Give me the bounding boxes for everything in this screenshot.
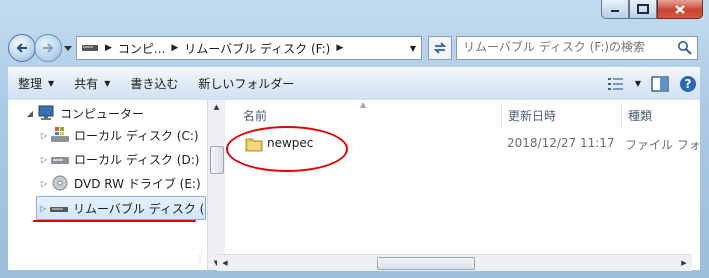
column-header-name[interactable]: 名前 bbox=[243, 102, 267, 128]
pane-splitter-grip[interactable]: ⋮ bbox=[196, 254, 204, 263]
column-type-label: 種類 bbox=[628, 108, 653, 123]
column-header-date[interactable]: 更新日時 bbox=[508, 102, 556, 128]
tree-collapsed-icon[interactable]: ▷ bbox=[37, 204, 49, 213]
chevron-down-icon: ▼ bbox=[634, 79, 642, 88]
maximize-icon bbox=[637, 4, 649, 14]
scroll-up-arrow[interactable]: ▲ bbox=[208, 100, 225, 114]
minimize-icon bbox=[611, 10, 619, 12]
forward-button[interactable] bbox=[34, 34, 62, 62]
chevron-down-icon: ▼ bbox=[104, 79, 111, 88]
close-button[interactable] bbox=[657, 0, 703, 19]
help-icon: ? bbox=[680, 75, 696, 92]
scroll-left-arrow[interactable]: ◀ bbox=[217, 255, 233, 271]
help-button[interactable]: ? bbox=[676, 72, 700, 96]
breadcrumb-separator[interactable]: ▶ bbox=[334, 43, 345, 53]
tree-item-removable-disk[interactable]: ▷ リムーバブル ディスク ( bbox=[36, 196, 206, 220]
address-history-dropdown[interactable]: ▼ bbox=[405, 44, 421, 53]
scrollbar-thumb[interactable] bbox=[377, 257, 475, 270]
column-header-type[interactable]: 種類 bbox=[628, 102, 652, 128]
tree-item-local-disk-c[interactable]: ▷ ローカル ディスク (C:) bbox=[38, 124, 199, 146]
background-window-ghost bbox=[60, 0, 460, 26]
preview-pane-icon bbox=[651, 75, 669, 92]
refresh-button[interactable] bbox=[428, 36, 452, 60]
search-input[interactable] bbox=[457, 37, 679, 57]
chevron-down-icon bbox=[64, 46, 72, 51]
file-list-horizontal-scrollbar[interactable]: ◀ ▶ bbox=[217, 254, 692, 271]
command-bar: 整理 ▼ 共有 ▼ 書き込む 新しいフォルダー ▼ ? bbox=[8, 66, 700, 101]
navigation-scrollbar[interactable]: ▲ ▼ bbox=[207, 100, 225, 270]
tree-item-label: ローカル ディスク (D:) bbox=[74, 152, 200, 167]
tree-collapsed-icon[interactable]: ▷ bbox=[38, 155, 50, 164]
search-box[interactable] bbox=[456, 36, 698, 60]
svg-text:?: ? bbox=[685, 77, 692, 91]
view-options-dropdown[interactable]: ▼ bbox=[632, 72, 644, 96]
minimize-button[interactable] bbox=[601, 0, 629, 19]
tree-expanded-icon[interactable]: ◢ bbox=[24, 109, 36, 118]
preview-pane-button[interactable] bbox=[648, 72, 672, 96]
new-folder-label: 新しいフォルダー bbox=[198, 77, 295, 91]
new-folder-button[interactable]: 新しいフォルダー bbox=[188, 72, 304, 96]
refresh-icon bbox=[433, 42, 447, 54]
chevron-down-icon: ▼ bbox=[48, 79, 55, 88]
share-button[interactable]: 共有 ▼ bbox=[64, 72, 120, 96]
details-view-icon bbox=[608, 77, 623, 90]
breadcrumb-separator[interactable]: ▶ bbox=[103, 43, 114, 53]
highlight-ellipse-annotation bbox=[226, 126, 348, 172]
explorer-window: ▶ コンピ... ▶ リムーバブル ディスク (F:) ▶ ▼ 整理 ▼ 共有 … bbox=[0, 0, 709, 278]
tree-item-local-disk-d[interactable]: ▷ ローカル ディスク (D:) bbox=[38, 148, 200, 170]
change-view-button[interactable] bbox=[604, 72, 628, 96]
tree-collapsed-icon[interactable]: ▷ bbox=[38, 131, 50, 140]
system-drive-icon bbox=[50, 127, 70, 143]
tree-item-label: DVD RW ドライブ (E:) bbox=[74, 176, 201, 191]
dvd-drive-icon bbox=[50, 175, 70, 191]
tree-item-label: ローカル ディスク (C:) bbox=[74, 128, 199, 143]
organize-label: 整理 bbox=[18, 77, 43, 91]
share-label: 共有 bbox=[74, 77, 99, 91]
column-divider[interactable] bbox=[621, 102, 622, 128]
column-divider[interactable] bbox=[501, 102, 502, 128]
removable-drive-icon bbox=[82, 45, 98, 51]
tree-item-dvd-drive[interactable]: ▷ DVD RW ドライブ (E:) bbox=[38, 172, 201, 194]
maximize-button[interactable] bbox=[629, 0, 657, 19]
breadcrumb-computer[interactable]: コンピ... bbox=[114, 40, 169, 57]
column-date-label: 更新日時 bbox=[508, 108, 557, 123]
organize-button[interactable]: 整理 ▼ bbox=[8, 72, 64, 96]
underline-annotation bbox=[33, 220, 196, 222]
removable-drive-icon bbox=[49, 200, 69, 216]
breadcrumb-removable-disk[interactable]: リムーバブル ディスク (F:) bbox=[180, 40, 334, 57]
caption-buttons bbox=[601, 0, 703, 20]
address-drive-icon bbox=[77, 43, 103, 53]
tree-item-label: コンピューター bbox=[60, 106, 145, 121]
burn-label: 書き込む bbox=[130, 77, 179, 91]
navigation-buttons bbox=[8, 34, 74, 62]
file-date: 2018/12/27 11:17 bbox=[507, 136, 615, 150]
explorer-content: ◢ コンピューター ▷ ローカル ディスク (C:) ▷ ローカル ディスク (… bbox=[8, 100, 700, 270]
column-name-label: 名前 bbox=[243, 108, 268, 123]
tree-collapsed-icon[interactable]: ▷ bbox=[38, 179, 50, 188]
burn-button[interactable]: 書き込む bbox=[120, 72, 188, 96]
recent-pages-dropdown[interactable] bbox=[64, 41, 74, 55]
forward-arrow-icon bbox=[43, 43, 54, 53]
breadcrumb-separator[interactable]: ▶ bbox=[169, 43, 180, 53]
tree-item-computer[interactable]: ◢ コンピューター bbox=[24, 102, 144, 124]
hard-drive-icon bbox=[50, 151, 70, 167]
computer-icon bbox=[36, 105, 56, 121]
file-type: ファイル フォル bbox=[625, 138, 700, 152]
close-icon bbox=[675, 4, 685, 14]
back-arrow-icon bbox=[16, 43, 27, 53]
search-icon[interactable] bbox=[677, 40, 693, 59]
navigation-pane: ◢ コンピューター ▷ ローカル ディスク (C:) ▷ ローカル ディスク (… bbox=[8, 100, 207, 270]
tree-item-label: リムーバブル ディスク ( bbox=[73, 201, 205, 216]
address-bar[interactable]: ▶ コンピ... ▶ リムーバブル ディスク (F:) ▶ ▼ bbox=[76, 36, 422, 60]
scrollbar-thumb[interactable] bbox=[210, 146, 224, 174]
toolbar-right: ▼ ? bbox=[600, 72, 700, 96]
scroll-right-arrow[interactable]: ▶ bbox=[676, 255, 692, 271]
back-button[interactable] bbox=[8, 34, 36, 62]
sort-ascending-icon: ▲ bbox=[360, 100, 367, 109]
